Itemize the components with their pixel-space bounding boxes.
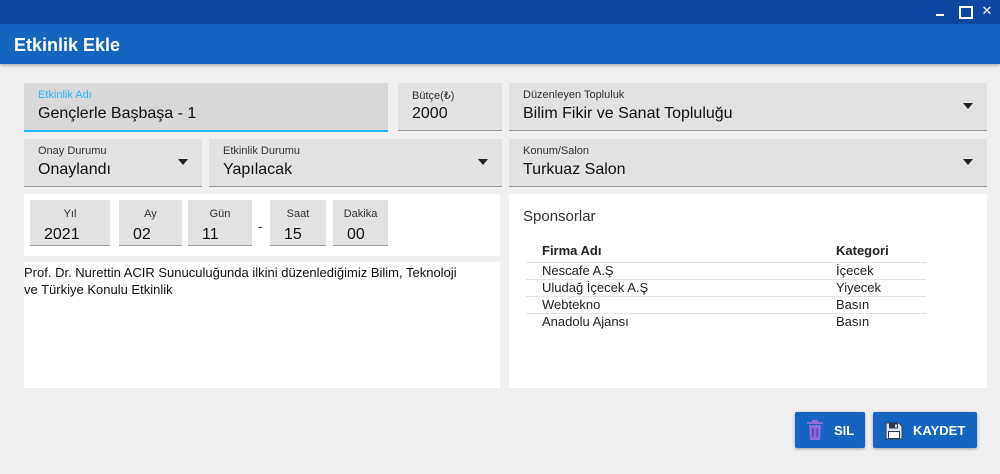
floppy-disk-icon <box>885 422 903 440</box>
description-line: ve Türkiye Konulu Etkinlik <box>24 282 173 297</box>
month-value: 02 <box>133 226 151 243</box>
caret-down-icon <box>178 159 188 165</box>
kategori-cell: Basın <box>820 312 926 330</box>
firma-cell: Uludağ İçecek A.Ş <box>526 278 820 296</box>
location-select[interactable]: Konum/Salon Turkuaz Salon <box>509 139 987 187</box>
budget-label: Bütçe(₺) <box>412 90 455 102</box>
table-row[interactable]: Nescafe A.Ş İçecek <box>526 261 926 279</box>
delete-button-label: SIL <box>834 423 855 438</box>
event-status-select[interactable]: Etkinlik Durumu Yapılacak <box>209 139 502 187</box>
description-line: Prof. Dr. Nurettin ACIR Sunuculuğunda il… <box>24 265 457 280</box>
event-status-label: Etkinlik Durumu <box>223 145 301 157</box>
hour-field[interactable]: Saat 15 <box>270 200 326 246</box>
year-label: Yıl <box>63 208 77 220</box>
event-name-value: Gençlerle Başbaşa - 1 <box>38 105 197 122</box>
app-header: Etkinlik Ekle <box>0 24 1000 64</box>
description-textarea[interactable]: Prof. Dr. Nurettin ACIR Sunuculuğunda il… <box>24 262 500 388</box>
sponsors-title: Sponsorlar <box>523 208 596 225</box>
minute-field[interactable]: Dakika 00 <box>333 200 388 246</box>
organizer-select[interactable]: Düzenleyen Topluluk Bilim Fikir ve Sanat… <box>509 83 987 131</box>
month-field[interactable]: Ay 02 <box>119 200 182 246</box>
kategori-cell: Basın <box>820 295 926 313</box>
event-name-field[interactable]: Etkinlik Adı Gençlerle Başbaşa - 1 <box>24 83 388 132</box>
sponsors-panel: Sponsorlar Firma Adı Kategori Nescafe A.… <box>509 194 987 388</box>
date-time-separator: - <box>258 218 263 234</box>
firma-cell: Anadolu Ajansı <box>526 312 820 330</box>
hour-value: 15 <box>284 226 302 243</box>
table-row[interactable]: Uludağ İçecek A.Ş Yiyecek <box>526 278 926 296</box>
caret-down-icon <box>963 159 973 165</box>
minute-label: Dakika <box>343 208 378 220</box>
sponsors-table: Firma Adı Kategori Nescafe A.Ş İçecek Ul… <box>526 240 926 330</box>
location-label: Konum/Salon <box>523 145 590 157</box>
kategori-cell: İçecek <box>820 261 926 279</box>
day-label: Gün <box>209 208 231 220</box>
minute-value: 00 <box>347 226 365 243</box>
location-value: Turkuaz Salon <box>523 161 626 178</box>
event-status-value: Yapılacak <box>223 161 293 178</box>
trash-icon <box>807 420 823 440</box>
event-name-label: Etkinlik Adı <box>38 89 92 101</box>
approval-status-select[interactable]: Onay Durumu Onaylandı <box>24 139 202 187</box>
hour-label: Saat <box>286 208 310 220</box>
page-title: Etkinlik Ekle <box>14 35 121 55</box>
firma-cell: Webtekno <box>526 295 820 313</box>
budget-field[interactable]: Bütçe(₺) 2000 <box>398 83 502 131</box>
window-titlebar: ✕ <box>0 0 1000 24</box>
caret-down-icon <box>478 159 488 165</box>
budget-value: 2000 <box>412 105 448 122</box>
close-button[interactable]: ✕ <box>980 4 994 18</box>
maximize-button[interactable] <box>957 4 973 19</box>
save-button-label: KAYDET <box>913 423 966 438</box>
column-header-firma[interactable]: Firma Adı <box>526 240 820 262</box>
day-value: 11 <box>202 226 219 243</box>
caret-down-icon <box>963 103 973 109</box>
organizer-value: Bilim Fikir ve Sanat Topluluğu <box>523 105 733 122</box>
table-row[interactable]: Webtekno Basın <box>526 295 926 313</box>
kategori-cell: Yiyecek <box>820 278 926 296</box>
delete-button[interactable]: SIL <box>795 412 865 448</box>
approval-status-value: Onaylandı <box>38 161 111 178</box>
column-header-kategori[interactable]: Kategori <box>820 240 926 262</box>
table-header-row: Firma Adı Kategori <box>526 240 926 262</box>
month-label: Ay <box>144 208 157 220</box>
table-row[interactable]: Anadolu Ajansı Basın <box>526 312 926 330</box>
approval-status-label: Onay Durumu <box>38 145 107 157</box>
minimize-button[interactable] <box>933 4 947 18</box>
year-field[interactable]: Yıl 2021 <box>30 200 110 246</box>
organizer-label: Düzenleyen Topluluk <box>523 89 625 101</box>
save-button[interactable]: KAYDET <box>873 412 977 448</box>
firma-cell: Nescafe A.Ş <box>526 261 820 279</box>
day-field[interactable]: Gün 11 <box>188 200 252 246</box>
year-value: 2021 <box>44 226 80 243</box>
